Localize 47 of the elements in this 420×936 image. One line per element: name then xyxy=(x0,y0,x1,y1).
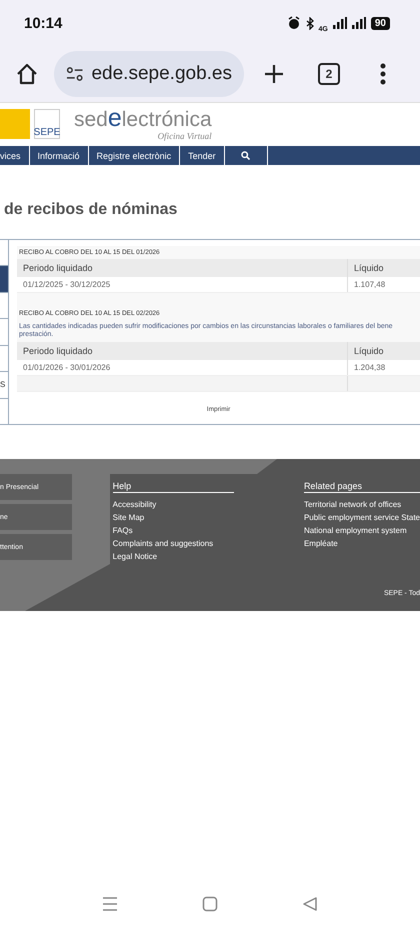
alarm-icon xyxy=(286,16,301,30)
footer-link[interactable]: Public employment service State xyxy=(304,511,420,524)
menu-icon[interactable] xyxy=(380,63,386,85)
footer-link[interactable]: FAQs xyxy=(112,524,234,537)
site-logo: sedelectrónica xyxy=(74,107,212,131)
status-time: 10:14 xyxy=(24,14,62,32)
nav-link[interactable]: vices xyxy=(0,146,30,165)
column-header: Periodo liquidado xyxy=(17,259,348,277)
recent-apps-icon[interactable] xyxy=(102,896,118,912)
table-cell: 1.107,48 xyxy=(348,277,420,292)
column-header: Periodo liquidado xyxy=(17,342,348,360)
footer-heading: Help xyxy=(112,481,234,493)
footer-link[interactable]: Accessibility xyxy=(112,498,234,511)
column-header: Líquido xyxy=(348,259,420,277)
table-cell: 01/01/2026 - 30/01/2026 xyxy=(17,360,348,376)
search-icon xyxy=(241,151,250,160)
address-bar[interactable]: ede.sepe.gob.es xyxy=(54,51,244,97)
footer-link[interactable]: Empléate xyxy=(304,537,420,550)
emblem-logo xyxy=(0,109,30,139)
home-icon[interactable] xyxy=(16,63,38,85)
footer-heading: Related pages xyxy=(304,481,420,493)
column-header: Líquido xyxy=(348,342,420,360)
bluetooth-icon xyxy=(306,16,314,30)
footer-link[interactable]: National employment system xyxy=(304,524,420,537)
battery-level: 90 xyxy=(370,16,390,30)
tab-switcher[interactable]: 2 xyxy=(318,63,340,85)
site-subtitle: Oficina Virtual xyxy=(158,131,212,141)
table-cell: 1.204,38 xyxy=(348,360,420,376)
nav-link[interactable]: Informació xyxy=(30,146,89,165)
footer-link[interactable]: Territorial network of offices xyxy=(304,498,420,511)
sepe-logo: SEPE xyxy=(34,109,60,139)
nav-link[interactable]: Registre electrònic xyxy=(88,146,180,165)
sidebar-item[interactable]: S xyxy=(0,372,8,399)
table-cell: 01/12/2025 - 30/12/2025 xyxy=(17,277,348,292)
footer-link[interactable]: Complaints and suggestions xyxy=(112,537,234,550)
page-title: de recibos de nóminas xyxy=(4,201,178,219)
back-icon[interactable] xyxy=(302,896,318,912)
site-settings-icon[interactable] xyxy=(66,67,84,81)
footer-link[interactable]: Legal Notice xyxy=(112,550,234,563)
signal-icon xyxy=(332,17,347,29)
new-tab-icon[interactable] xyxy=(264,64,284,84)
home-button-icon[interactable] xyxy=(202,896,218,912)
url-text: ede.sepe.gob.es xyxy=(91,63,232,85)
sidebar-item[interactable] xyxy=(0,266,8,293)
signal-icon xyxy=(352,17,366,29)
footer-link[interactable]: Site Map xyxy=(112,511,234,524)
nav-link[interactable]: Tender xyxy=(180,146,225,165)
